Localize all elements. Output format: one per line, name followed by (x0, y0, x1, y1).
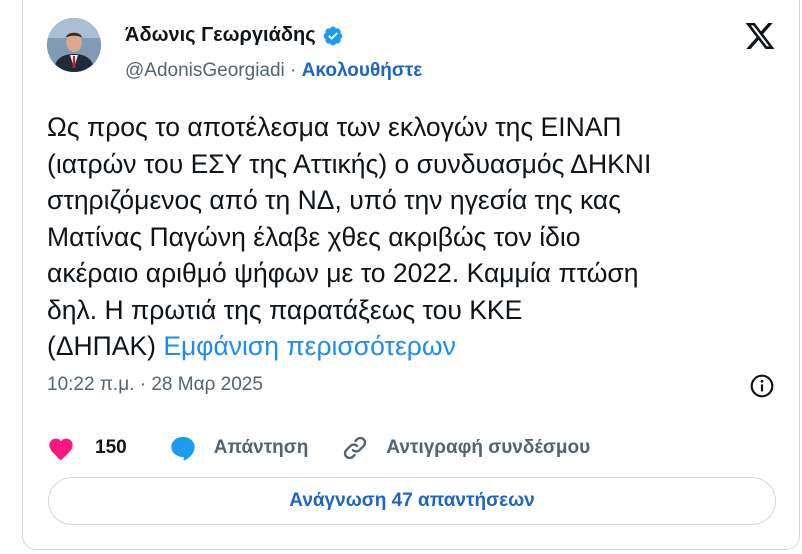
tweet-card: Άδωνις Γεωργιάδης @AdonisGeorgiadi · Ακο… (22, 0, 800, 550)
read-replies-button[interactable]: Ανάγνωση 47 απαντήσεων (48, 477, 776, 525)
author-handle[interactable]: @AdonisGeorgiadi (125, 60, 285, 81)
read-replies-label: Ανάγνωση 47 απαντήσεων (289, 490, 535, 511)
speech-bubble-icon (171, 436, 195, 461)
show-more-link[interactable]: Εμφάνιση περισσότερων (163, 331, 455, 361)
date-separator: · (139, 374, 147, 395)
copy-link-button[interactable]: Αντιγραφή συνδέσμου (341, 434, 590, 462)
tweet-date: 28 Μαρ 2025 (151, 374, 263, 395)
x-logo-icon[interactable] (743, 20, 777, 52)
verified-badge-icon (323, 26, 343, 45)
reply-label: Απάντηση (213, 437, 309, 458)
heart-icon (49, 438, 73, 461)
avatar-image (47, 18, 101, 72)
tweet-timestamp[interactable]: 10:22 π.μ. · 28 Μαρ 2025 (47, 374, 263, 396)
like-button[interactable]: 150 (47, 435, 127, 461)
handle-row: @AdonisGeorgiadi · Ακολουθήστε (125, 60, 422, 82)
avatar[interactable] (47, 18, 101, 72)
info-icon[interactable] (749, 373, 775, 399)
tweet-time: 10:22 π.μ. (47, 374, 135, 395)
like-count: 150 (95, 437, 127, 458)
reply-button[interactable]: Απάντηση (169, 434, 309, 462)
follow-button[interactable]: Ακολουθήστε (302, 60, 423, 81)
copy-link-label: Αντιγραφή συνδέσμου (386, 437, 591, 458)
tweet-body: Ως προς το αποτέλεσμα των εκλογών της ΕΙ… (47, 112, 652, 361)
author-name-row: Άδωνις Γεωργιάδης (125, 24, 344, 47)
author-name[interactable]: Άδωνις Γεωργιάδης (125, 24, 316, 47)
tweet-text: Ως προς το αποτέλεσμα των εκλογών της ΕΙ… (47, 109, 777, 365)
link-icon (344, 436, 367, 460)
handle-separator: · (290, 60, 297, 81)
action-bar: 150 Απάντηση Αντιγραφή συνδέσμου (47, 432, 590, 464)
